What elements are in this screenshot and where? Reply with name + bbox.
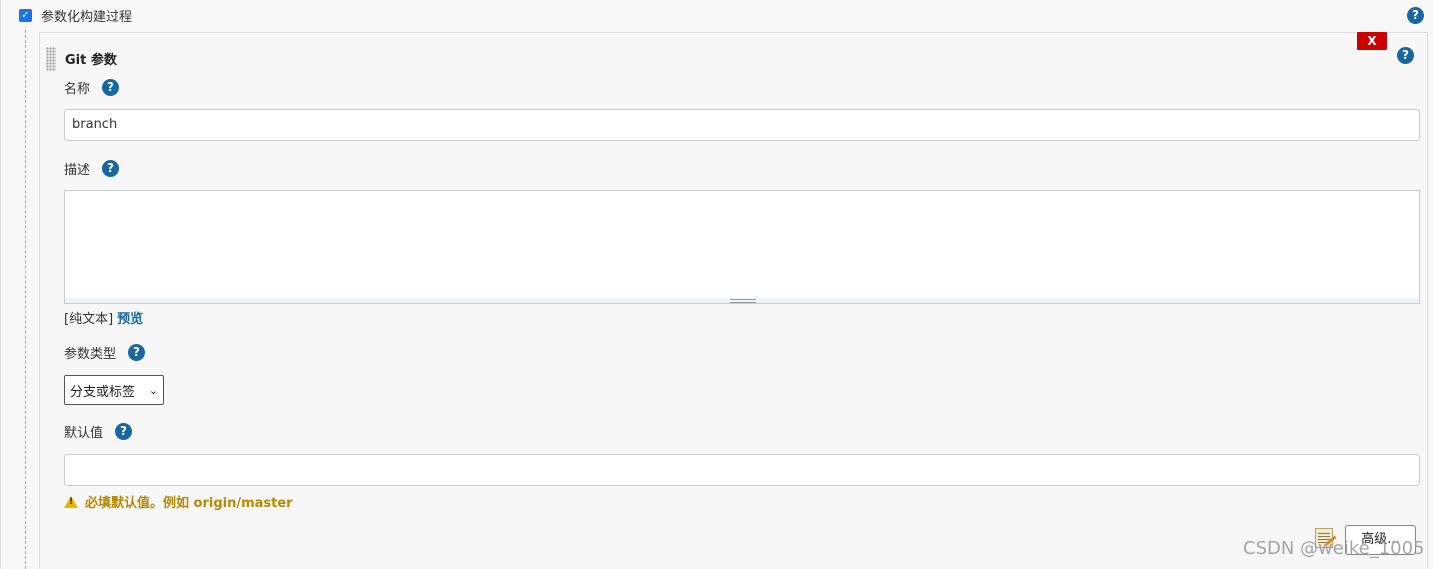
git-parameter-box: Git 参数 X ? 名称 ? branch 描述 ? [纯文本] 预览 参数类型… [39,32,1428,569]
param-type-select[interactable]: 分支或标签 ⌄ [64,375,164,405]
parameter-title: Git 参数 [65,53,117,68]
param-type-label: 参数类型 [64,347,117,362]
delete-parameter-button[interactable]: X [1357,32,1387,50]
description-textarea[interactable] [64,190,1420,300]
textarea-resize-bar[interactable] [64,298,1420,304]
param-type-label-row: 参数类型 ? [64,343,146,362]
default-value-label-row: 默认值 ? [64,422,133,441]
build-config-page: ✓ 参数化构建过程 ? Git 参数 X ? 名称 ? branch 描述 ? … [0,0,1433,569]
parameterized-build-label: 参数化构建过程 [41,10,133,25]
name-input[interactable]: branch [64,109,1420,141]
drag-handle-icon[interactable] [46,47,56,71]
plain-text-label: [纯文本] [64,312,114,327]
parameterized-build-checkbox[interactable]: ✓ [19,9,32,22]
section-guide-line [25,30,26,569]
default-value-label: 默认值 [64,426,104,441]
warning-text: 必填默认值。例如 origin/master [85,496,293,511]
help-icon[interactable]: ? [115,423,133,440]
default-value-input[interactable] [64,454,1420,486]
name-label: 名称 [64,82,91,97]
csdn-watermark: CSDN @weike_1005 [1243,538,1425,559]
grip-icon [730,299,756,303]
help-icon[interactable]: ? [1407,7,1424,24]
parameterized-build-row: ✓ 参数化构建过程 [19,6,132,25]
help-icon[interactable]: ? [102,79,120,96]
name-label-row: 名称 ? [64,78,120,97]
default-value-warning: 必填默认值。例如 origin/master [64,492,293,511]
help-icon[interactable]: ? [102,160,120,177]
param-type-selected: 分支或标签 [70,384,136,400]
warning-icon [64,495,78,508]
description-label-row: 描述 ? [64,159,120,178]
preview-link[interactable]: 预览 [117,312,143,327]
help-icon[interactable]: ? [128,344,146,361]
help-icon[interactable]: ? [1397,47,1414,64]
description-format-row: [纯文本] 预览 [64,308,143,327]
chevron-down-icon: ⌄ [148,383,158,397]
description-label: 描述 [64,163,91,178]
